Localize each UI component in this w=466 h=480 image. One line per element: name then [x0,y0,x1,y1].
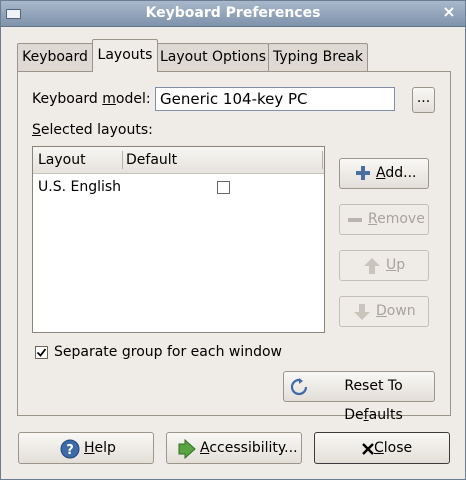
separate-group-label[interactable]: Separate group for each window [54,344,282,360]
tab-typing-break[interactable]: Typing Break [268,43,368,71]
tab-label: Layouts [97,47,153,63]
layouts-list-header: Layout Default [33,147,324,174]
help-icon: ? [60,439,80,459]
title-bar[interactable]: Keyboard Preferences × [1,1,465,27]
checkmark-icon [36,348,47,357]
minus-icon [348,218,362,222]
arrow-up-icon [364,258,380,274]
x-icon [362,443,374,455]
keyboard-model-field[interactable]: Generic 104-key PC [155,87,395,111]
layouts-list[interactable]: Layout Default U.S. English [32,146,325,333]
tab-label: Typing Break [273,49,363,65]
keyboard-model-label: Keyboard model: [32,91,151,107]
tab-layout-options[interactable]: Layout Options [157,43,269,71]
svg-text:?: ? [66,443,74,458]
tab-layouts[interactable]: Layouts [92,39,158,72]
separate-group-checkbox[interactable] [35,346,48,359]
layout-name: U.S. English [38,179,122,195]
column-header-layout[interactable]: Layout [38,152,86,168]
add-layout-button[interactable]: Add... [339,158,429,189]
default-layout-checkbox[interactable] [217,181,230,194]
reset-to-defaults-button[interactable]: Reset To Defaults [283,371,435,423]
selected-layouts-label: Selected layouts: [32,122,153,138]
window-title: Keyboard Preferences [145,5,321,21]
close-icon[interactable]: × [441,4,457,20]
refresh-icon [290,378,308,396]
move-up-button[interactable]: Up [339,250,429,281]
remove-layout-button[interactable]: Remove [339,204,429,235]
keyboard-preferences-window: Keyboard Preferences × Keyboard Layouts … [0,0,466,480]
accessibility-button[interactable]: Accessibility... [166,432,302,464]
keyboard-model-browse-button[interactable]: ... [412,87,435,113]
close-button[interactable]: Close [314,432,450,464]
column-header-default[interactable]: Default [126,152,177,168]
tab-keyboard[interactable]: Keyboard [17,43,93,71]
table-row[interactable]: U.S. English [33,175,324,199]
move-down-button[interactable]: Down [339,296,429,327]
help-button[interactable]: ? Help [18,432,154,464]
tab-label: Keyboard [22,49,88,65]
accessibility-icon [178,439,196,459]
arrow-down-icon [354,304,370,320]
tab-label: Layout Options [159,49,267,65]
plus-icon [356,166,370,180]
